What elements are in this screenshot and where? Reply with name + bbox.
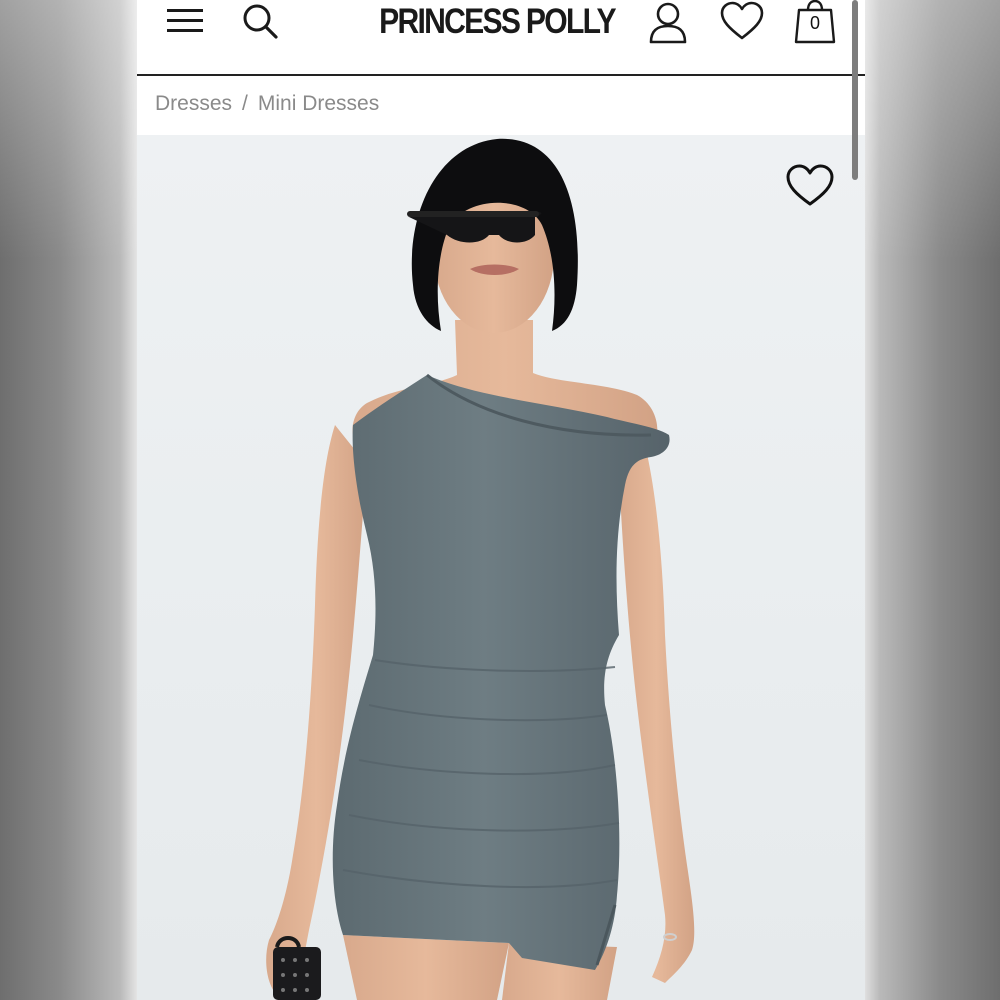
bag-button[interactable]: 0 [793,0,837,44]
bag-count-badge: 0 [809,13,820,33]
heart-outline-icon [786,164,834,206]
hamburger-menu-icon [167,9,203,32]
breadcrumb: Dresses / Mini Dresses [155,92,379,116]
handbag [273,936,321,1000]
mobile-page: PRINCESS POLLY 0 Dresses / Mini Dresses [137,0,865,1000]
product-image[interactable] [137,135,865,1000]
account-button[interactable] [647,0,689,44]
heart-icon [720,1,764,40]
search-button[interactable] [240,2,280,40]
model-photo [266,138,695,1000]
menu-button[interactable] [165,6,207,36]
wishlist-button[interactable] [719,0,765,42]
search-icon [243,4,278,39]
breadcrumb-separator: / [242,92,248,115]
breadcrumb-link-dresses[interactable]: Dresses [155,92,232,115]
user-account-icon [649,2,687,44]
scrollbar[interactable] [852,0,858,180]
brand-logo[interactable]: PRINCESS POLLY [359,2,634,42]
image-wishlist-button[interactable] [785,163,835,209]
breadcrumb-link-mini-dresses[interactable]: Mini Dresses [258,92,379,115]
site-header: PRINCESS POLLY 0 [137,0,865,76]
